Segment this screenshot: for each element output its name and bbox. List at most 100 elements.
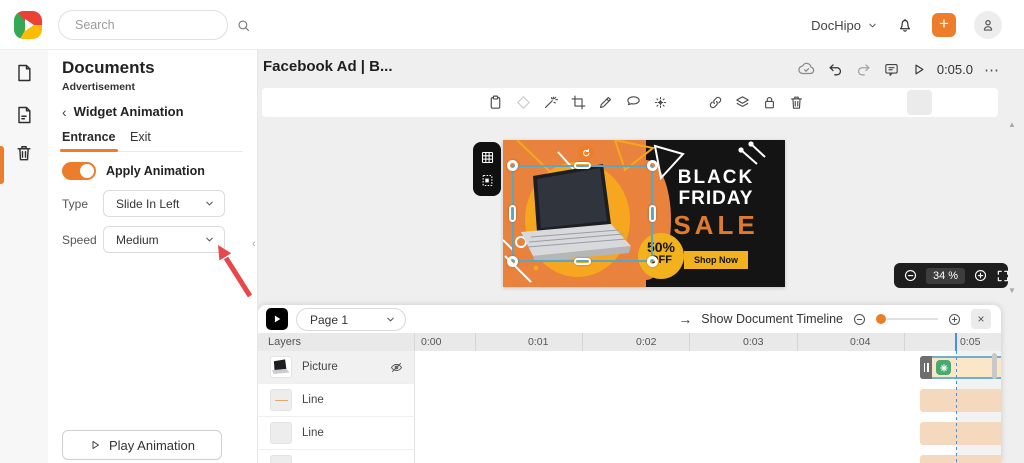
arrow-right-icon: → bbox=[678, 311, 693, 327]
tab-exit[interactable]: Exit bbox=[130, 130, 151, 144]
layer-item-picture[interactable]: Picture bbox=[258, 351, 415, 384]
search-input[interactable] bbox=[75, 18, 236, 32]
animation-bar-line-2[interactable] bbox=[920, 422, 1001, 445]
timeline-zoom-out-icon[interactable] bbox=[852, 312, 867, 327]
trash-icon[interactable] bbox=[14, 143, 34, 163]
bar-left-handle[interactable] bbox=[920, 356, 932, 379]
widget-animation-back[interactable]: ‹ Widget Animation bbox=[62, 104, 184, 119]
documents-icon[interactable] bbox=[14, 105, 34, 125]
timeline-zoom-in-icon[interactable] bbox=[947, 312, 962, 327]
tab-entrance[interactable]: Entrance bbox=[62, 130, 116, 144]
resize-handle-sw[interactable] bbox=[507, 256, 518, 267]
show-document-timeline[interactable]: Show Document Timeline bbox=[701, 312, 843, 326]
ruler-tick bbox=[475, 333, 476, 351]
crop-icon[interactable] bbox=[570, 94, 587, 111]
timeline-close-button[interactable]: × bbox=[971, 309, 991, 329]
resize-handle-ne[interactable] bbox=[647, 160, 658, 171]
entrance-keyframe-icon[interactable] bbox=[936, 360, 951, 375]
new-document-icon[interactable] bbox=[14, 63, 34, 83]
delete-icon[interactable] bbox=[788, 94, 805, 111]
grid-view-icon[interactable] bbox=[480, 150, 495, 165]
eraser-icon[interactable] bbox=[515, 94, 532, 111]
layers-icon[interactable] bbox=[734, 94, 751, 111]
speed-select[interactable]: Medium bbox=[103, 226, 225, 253]
animation-bar-partial[interactable] bbox=[920, 455, 1001, 463]
type-select[interactable]: Slide In Left bbox=[103, 190, 225, 217]
lock-icon[interactable] bbox=[761, 94, 778, 111]
undo-icon[interactable] bbox=[827, 61, 844, 78]
ad-headline-2: FRIDAY bbox=[678, 187, 754, 209]
search-icon bbox=[236, 18, 251, 33]
timeline-zoom-slider[interactable] bbox=[876, 312, 938, 326]
chevron-down-icon bbox=[204, 234, 215, 245]
playhead-marker[interactable] bbox=[955, 333, 957, 351]
transparency-icon[interactable] bbox=[680, 94, 697, 111]
panel-collapse-handle[interactable]: ‹ bbox=[252, 238, 256, 250]
preview-play-icon[interactable] bbox=[911, 62, 926, 77]
page-side-controls bbox=[473, 142, 501, 196]
active-tool-highlight bbox=[907, 90, 932, 115]
link-icon[interactable] bbox=[707, 94, 724, 111]
more-options-icon[interactable]: ⋯ bbox=[984, 61, 1000, 79]
magic-wand-icon[interactable] bbox=[542, 94, 559, 111]
speed-value: Medium bbox=[116, 232, 159, 247]
fullscreen-icon[interactable] bbox=[996, 269, 1010, 283]
layer-label: Picture bbox=[302, 361, 338, 373]
clipboard-icon[interactable] bbox=[487, 94, 504, 111]
ad-canvas[interactable]: BLACK FRIDAY SALE Shop Now 50% OFF bbox=[503, 140, 785, 287]
close-icon: × bbox=[977, 312, 985, 326]
rotate-handle[interactable] bbox=[578, 145, 594, 161]
section-view-icon[interactable] bbox=[480, 173, 495, 188]
zoom-out-icon[interactable] bbox=[903, 268, 918, 283]
top-bar: DocHipo + bbox=[0, 0, 1024, 50]
shop-now-button[interactable]: Shop Now bbox=[684, 250, 748, 269]
timeline-rows: Picture Line Line bbox=[258, 351, 1001, 463]
layer-item-line-2[interactable]: Line bbox=[258, 417, 415, 450]
redo-icon[interactable] bbox=[855, 61, 872, 78]
playhead-line[interactable] bbox=[956, 351, 957, 463]
timeline-scrollbar-thumb[interactable] bbox=[992, 353, 997, 379]
apply-animation-toggle[interactable] bbox=[62, 162, 96, 180]
apply-animation-row: Apply Animation bbox=[62, 162, 205, 180]
layers-column-header: Layers bbox=[258, 333, 415, 351]
type-label: Type bbox=[62, 197, 89, 211]
resize-handle-se[interactable] bbox=[647, 256, 658, 267]
page-selector[interactable]: Page 1 bbox=[296, 308, 406, 331]
create-new-button[interactable]: + bbox=[932, 13, 956, 37]
layer-thumbnail bbox=[270, 455, 292, 463]
animation-bar-picture[interactable] bbox=[920, 356, 1001, 379]
dochipo-logo-icon[interactable] bbox=[14, 11, 42, 39]
account-menu[interactable]: DocHipo bbox=[811, 18, 878, 33]
callout-icon[interactable] bbox=[625, 94, 642, 111]
timeline-play-button[interactable] bbox=[266, 308, 288, 330]
layer-item-line-1[interactable]: Line bbox=[258, 384, 415, 417]
account-avatar[interactable] bbox=[974, 11, 1002, 39]
play-animation-button[interactable]: Play Animation bbox=[62, 430, 222, 460]
layer-item-partial[interactable] bbox=[258, 450, 415, 463]
zoom-in-icon[interactable] bbox=[973, 268, 988, 283]
resize-handle-nw[interactable] bbox=[507, 160, 518, 171]
selection-box[interactable] bbox=[507, 145, 658, 267]
notifications-bell-icon[interactable] bbox=[896, 16, 914, 34]
resize-handle-w[interactable] bbox=[509, 205, 516, 222]
ruler-tick bbox=[582, 333, 583, 351]
ruler-label: 0:03 bbox=[743, 336, 764, 348]
animation-bar-line-1[interactable] bbox=[920, 389, 1001, 412]
chevron-down-icon bbox=[385, 314, 396, 325]
apply-animation-label: Apply Animation bbox=[106, 164, 205, 178]
comments-icon[interactable] bbox=[883, 61, 900, 78]
eye-off-icon[interactable] bbox=[389, 360, 404, 375]
ad-headline-1: BLACK bbox=[677, 167, 755, 188]
resize-handle-n[interactable] bbox=[574, 162, 591, 169]
pencil-icon[interactable] bbox=[597, 94, 614, 111]
search-box bbox=[58, 10, 250, 40]
resize-handle-e[interactable] bbox=[649, 205, 656, 222]
ruler-label: 0:00 bbox=[421, 336, 442, 348]
effects-sparkle-icon[interactable] bbox=[652, 94, 669, 111]
resize-handle-s[interactable] bbox=[574, 258, 591, 265]
scroll-down-icon[interactable]: ▼ bbox=[1008, 286, 1016, 295]
line-thumbnail bbox=[270, 389, 292, 411]
scroll-up-icon[interactable]: ▲ bbox=[1008, 120, 1016, 129]
picture-thumbnail bbox=[270, 356, 292, 378]
slider-thumb[interactable] bbox=[876, 314, 886, 324]
